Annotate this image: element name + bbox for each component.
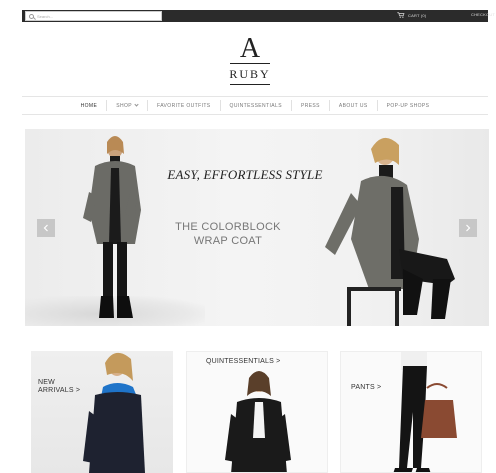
- nav-label: ABOUT US: [338, 102, 368, 109]
- new-arrivals-label: NEW ARRIVALS >: [38, 379, 98, 395]
- search-icon: [29, 13, 34, 19]
- search-box[interactable]: [25, 11, 162, 21]
- nav-item-shop[interactable]: SHOP: [107, 100, 149, 111]
- chevron-down-icon: [134, 102, 139, 107]
- nav-label: FAVORITE OUTFITS: [157, 102, 211, 109]
- nav-item-about-us[interactable]: ABOUT US: [330, 100, 378, 111]
- site-logo[interactable]: A RUBY: [218, 33, 282, 85]
- cart-label: CART (0): [408, 12, 427, 18]
- quintessentials-model: [225, 371, 291, 472]
- nav-label: POP-UP SHOPS: [386, 102, 430, 109]
- hero-banner[interactable]: EASY, EFFORTLESS STYLE THE COLORBLOCK WR…: [25, 129, 489, 326]
- logo-letter: A: [239, 33, 261, 64]
- nav-item-home[interactable]: HOME: [72, 100, 108, 111]
- card-label-line: NEW: [38, 379, 55, 386]
- hero-headline: EASY, EFFORTLESS STYLE: [167, 167, 323, 182]
- chevron-left-icon: [43, 224, 48, 232]
- category-card-quintessentials[interactable]: QUINTESSENTIALS >: [186, 351, 328, 473]
- cart-link[interactable]: CART (0): [397, 12, 426, 18]
- hero-subline-2: WRAP COAT: [193, 235, 263, 247]
- slider-next-button[interactable]: [459, 219, 477, 237]
- nav-item-press[interactable]: PRESS: [292, 100, 330, 111]
- slider-prev-button[interactable]: [37, 219, 55, 237]
- hero-subline-1: THE COLORBLOCK: [175, 221, 281, 233]
- category-card-new-arrivals[interactable]: NEW ARRIVALS >: [31, 351, 173, 473]
- nav-label: HOME: [80, 102, 98, 109]
- hero-model-left: [83, 136, 141, 318]
- pants-label: PANTS >: [351, 384, 382, 391]
- new-arrivals-model: [83, 352, 145, 473]
- hero-model-right: [325, 137, 455, 326]
- chevron-right-icon: [466, 224, 471, 232]
- top-bar: CART (0) CHECKOUT: [22, 10, 495, 22]
- logo-name: RUBY: [229, 67, 271, 81]
- category-card-pants[interactable]: PANTS >: [340, 351, 482, 473]
- main-nav: HOME SHOP FAVORITE OUTFITS QUINTESSENTIA…: [22, 96, 488, 115]
- nav-item-favorite-outfits[interactable]: FAVORITE OUTFITS: [148, 100, 221, 111]
- nav-item-quintessentials[interactable]: QUINTESSENTIALS: [221, 100, 292, 111]
- cart-icon: [397, 12, 405, 18]
- quintessentials-label: QUINTESSENTIALS >: [206, 358, 281, 365]
- checkout-link[interactable]: CHECKOUT: [471, 12, 495, 17]
- nav-item-pop-up-shops[interactable]: POP-UP SHOPS: [378, 100, 439, 111]
- nav-label: SHOP: [116, 102, 133, 109]
- search-input[interactable]: [37, 12, 152, 20]
- pants-model: [393, 352, 457, 472]
- card-label-line: ARRIVALS >: [38, 387, 81, 394]
- logo-divider-bottom: [230, 84, 270, 85]
- nav-label: QUINTESSENTIALS: [229, 102, 282, 109]
- nav-label: PRESS: [300, 102, 320, 109]
